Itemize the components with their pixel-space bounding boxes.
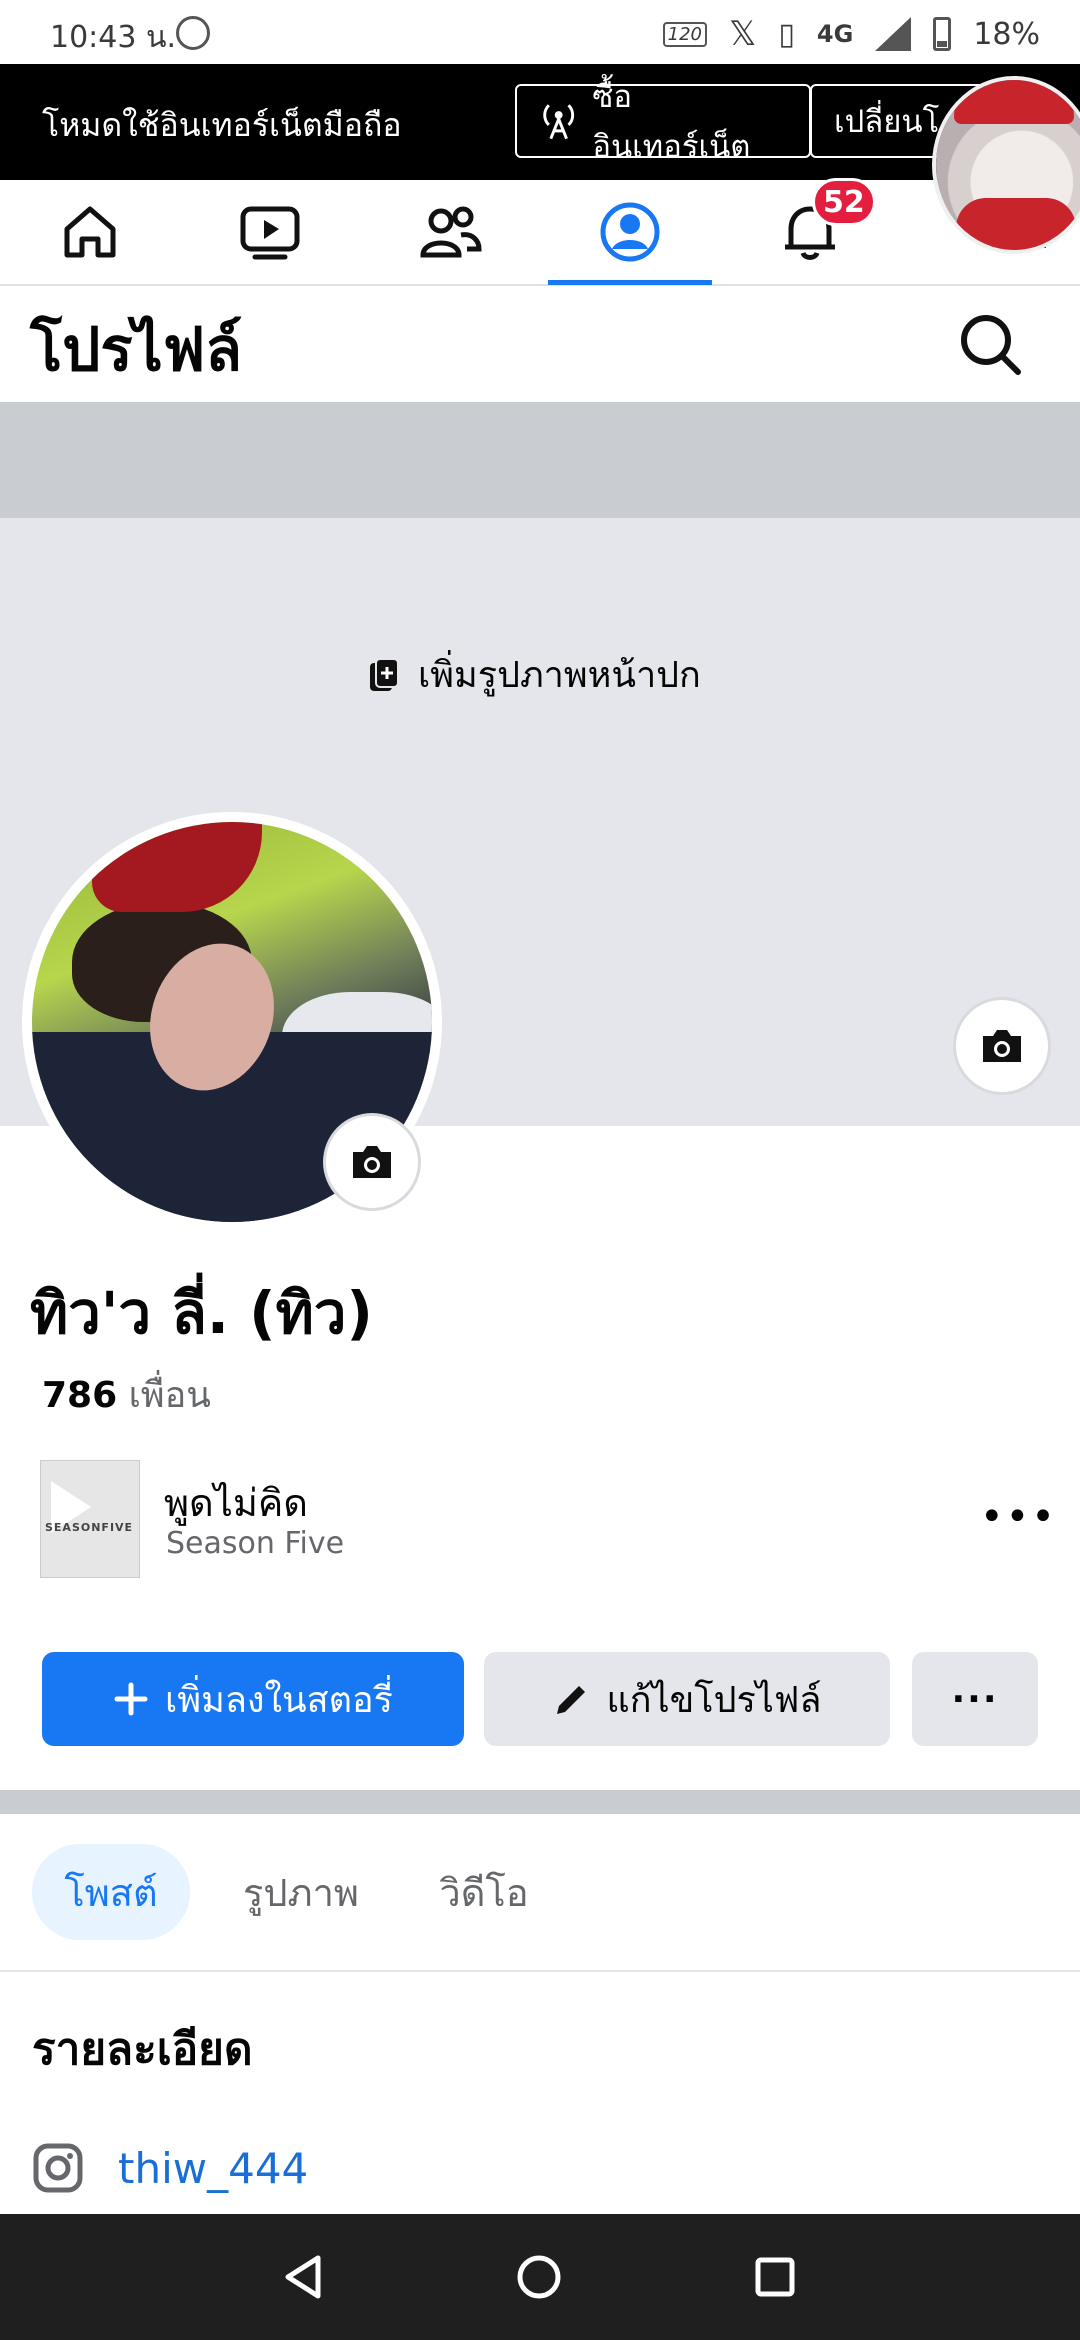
banner-label: โหมดใช้อินเทอร์เน็ตมือถือ: [42, 106, 402, 144]
edit-profile-button[interactable]: แก้ไขโปรไฟล์: [484, 1652, 890, 1746]
tab-profile[interactable]: [548, 180, 712, 284]
profile-name: ทิว'ว ลี่. (ทิว): [30, 1279, 373, 1347]
status-bar: 10:43 น. 120 𝕏 ▯ 4G 18%: [0, 0, 1080, 64]
more-options-button[interactable]: ...: [912, 1652, 1038, 1746]
more-options-label: ...: [951, 1669, 999, 1711]
instagram-handle: thiw_444: [118, 2143, 309, 2193]
signal-icon: [875, 17, 912, 51]
camera-icon: [353, 1146, 391, 1178]
music-thumbnail: SEASONFIVE: [40, 1460, 140, 1578]
instagram-icon: [33, 2143, 83, 2193]
instagram-link[interactable]: thiw_444: [32, 2142, 308, 2194]
tab-friends[interactable]: [368, 180, 532, 284]
edit-profile-label: แก้ไขโปรไฟล์: [606, 1679, 822, 1721]
add-photo-icon: [370, 657, 399, 691]
battery-icon: [933, 17, 952, 51]
add-story-label: เพิ่มลงในสตอรี่: [165, 1679, 393, 1721]
friends-label: เพื่อน: [128, 1375, 211, 1416]
cover-top-strip: [0, 402, 1080, 518]
tab-photos[interactable]: รูปภาพ: [222, 1844, 380, 1940]
profile-camera-button[interactable]: [326, 1116, 418, 1208]
back-icon[interactable]: [282, 2254, 328, 2300]
add-cover-button[interactable]: เพิ่มรูปภาพหน้าปก: [368, 646, 701, 703]
camera-icon: [983, 1030, 1021, 1062]
add-cover-label: เพิ่มรูปภาพหน้าปก: [418, 655, 701, 696]
details-heading: รายละเอียด: [32, 2024, 253, 2075]
search-icon[interactable]: [956, 310, 1026, 380]
cover-camera-button[interactable]: [956, 1000, 1048, 1092]
refresh-rate-icon: 120: [662, 21, 707, 47]
home-circle-icon[interactable]: [516, 2254, 562, 2300]
add-story-button[interactable]: เพิ่มลงในสตอรี่: [42, 1652, 464, 1746]
buy-data-button[interactable]: ซื้ออินเทอร์เน็ต: [515, 79, 811, 165]
tab-watch[interactable]: [188, 180, 352, 284]
tab-videos[interactable]: วิดีโอ: [414, 1844, 554, 1940]
video-icon: [240, 206, 300, 260]
status-time: 10:43 น.: [50, 20, 177, 55]
battery-level: 18%: [973, 16, 1040, 52]
section-divider: [0, 1790, 1080, 1814]
top-nav: [0, 180, 1080, 286]
music-more-button[interactable]: •••: [980, 1494, 1057, 1540]
music-artist: Season Five: [166, 1526, 345, 1561]
plus-icon: [114, 1682, 148, 1716]
switch-label: เปลี่ยนโ: [834, 104, 940, 140]
page-title: โปรไฟล์: [30, 315, 242, 385]
network-type: 4G: [816, 20, 854, 48]
home-icon: [64, 206, 116, 258]
active-tab-indicator: [548, 280, 712, 285]
friends-number: 786: [42, 1375, 118, 1416]
profile-icon: [600, 202, 660, 262]
vibrate-icon: ▯: [778, 16, 795, 52]
profile-music[interactable]: SEASONFIVE พูดไม่คิด Season Five •••: [40, 1460, 1055, 1578]
chat-head-avatar[interactable]: [936, 80, 1080, 250]
pencil-icon: [556, 1686, 585, 1714]
friends-count[interactable]: 786 เพื่อน: [42, 1366, 211, 1423]
tab-posts[interactable]: โพสต์: [32, 1844, 190, 1940]
mobile-data-banner: โหมดใช้อินเทอร์เน็ตมือถือ ซื้ออินเทอร์เน…: [0, 64, 1080, 180]
tab-home[interactable]: [8, 180, 172, 284]
friends-icon: [420, 206, 482, 258]
recents-icon[interactable]: [752, 2254, 798, 2300]
buy-data-label: ซื้ออินเทอร์เน็ต: [592, 79, 751, 165]
tab-divider: [0, 1970, 1080, 1972]
antenna-icon: [543, 104, 575, 140]
messenger-icon: [176, 16, 210, 50]
music-title: พูดไม่คิด: [164, 1481, 308, 1525]
notification-badge: 52: [812, 178, 876, 226]
page-header: โปรไฟล์: [0, 288, 1080, 402]
x-icon: 𝕏: [728, 14, 757, 54]
status-icons: 120 𝕏 ▯ 4G 18%: [662, 14, 1040, 54]
music-thumb-text: SEASONFIVE: [45, 1521, 134, 1534]
